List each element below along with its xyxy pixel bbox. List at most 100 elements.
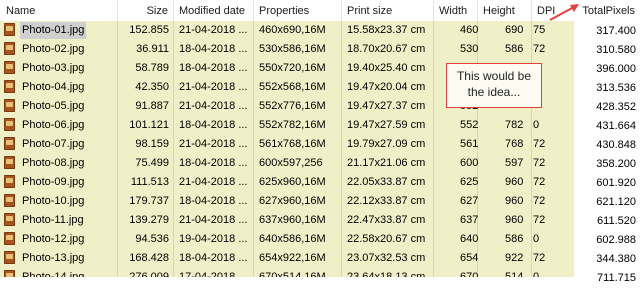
- cell-modified-date: 19-04-2018 ...: [179, 233, 248, 245]
- cell-width: 640: [460, 233, 478, 245]
- cell-width: 625: [460, 176, 478, 188]
- callout-line-2: the idea...: [467, 85, 521, 99]
- file-name: Photo-09.jpg: [22, 176, 85, 188]
- cell-properties: 460x690,16M: [259, 24, 326, 36]
- total-pixels-value: 602.988: [596, 234, 636, 246]
- total-pixels-value: 621.120: [596, 196, 636, 208]
- arrow-annotation-icon: [549, 4, 579, 21]
- cell-name[interactable]: Photo-03.jpg: [0, 59, 118, 78]
- column-header-height[interactable]: Height: [478, 0, 532, 21]
- cell-width: 654: [460, 252, 478, 264]
- file-name: Photo-13.jpg: [22, 252, 85, 264]
- column-header-size[interactable]: Size: [118, 0, 174, 21]
- cell-name[interactable]: Photo-06.jpg: [0, 116, 118, 135]
- cell-modified-date: 18-04-2018 ...: [179, 195, 248, 207]
- cell-dpi: 72: [533, 157, 546, 169]
- cell-name[interactable]: Photo-14.jpg: [0, 268, 118, 277]
- cell-size: 98.159: [135, 138, 169, 150]
- callout-line-1: This would be: [456, 69, 532, 83]
- column-header-width[interactable]: Width: [434, 0, 478, 21]
- column-header-name[interactable]: ⌃ Name: [0, 0, 118, 21]
- cell-print-size: 19.47x20.04 cm: [347, 81, 426, 93]
- cell-properties: 670x514,16M: [259, 271, 326, 277]
- file-name: Photo-08.jpg: [22, 157, 85, 169]
- column-header-properties[interactable]: Properties: [254, 0, 342, 21]
- cell-properties: 530x586,16M: [259, 43, 326, 55]
- cell-height: 960: [505, 195, 524, 207]
- table-row[interactable]: Photo-08.jpg 75.499 18-04-2018 ... 600x597,…: [0, 154, 574, 173]
- cell-dpi: 0: [533, 119, 540, 131]
- table-row[interactable]: Photo-09.jpg 111.513 21-04-2018 ... 625x960…: [0, 173, 574, 192]
- cell-properties: 600x597,256: [259, 157, 323, 169]
- table-row[interactable]: Photo-10.jpg 179.737 18-04-2018 ... 627x960…: [0, 192, 574, 211]
- cell-size: 152.855: [129, 24, 169, 36]
- cell-size: 91.887: [135, 100, 169, 112]
- total-pixels-value: 428.352: [596, 101, 636, 113]
- table-row[interactable]: Photo-13.jpg 168.428 18-04-2018 ... 654x922…: [0, 249, 574, 268]
- table-row[interactable]: Photo-07.jpg 98.159 21-04-2018 ... 561x768,…: [0, 135, 574, 154]
- total-pixels-value: 313.536: [596, 82, 636, 94]
- cell-print-size: 19.47x27.37 cm: [347, 100, 426, 112]
- cell-height: 514: [505, 271, 524, 277]
- column-header-width-label: Width: [439, 5, 468, 17]
- cell-print-size: 22.47x33.87 cm: [347, 214, 426, 226]
- cell-size: 168.428: [129, 252, 169, 264]
- jpg-file-icon: [4, 156, 15, 169]
- cell-name[interactable]: Photo-08.jpg: [0, 154, 118, 173]
- jpg-file-icon: [4, 232, 15, 245]
- file-list: Photo-01.jpg 152.855 21-04-2018 ... 460x690…: [0, 21, 574, 277]
- column-header-modified[interactable]: Modified date: [174, 0, 254, 21]
- cell-size: 139.279: [129, 214, 169, 226]
- table-row[interactable]: Photo-14.jpg 276.009 17-04-2018 ... 670x514…: [0, 268, 574, 277]
- total-pixels-value: 430.848: [596, 139, 636, 151]
- cell-properties: 561x768,16M: [259, 138, 326, 150]
- column-header-name-label: Name: [6, 5, 36, 17]
- total-pixels-header[interactable]: TotalPixels: [576, 0, 638, 21]
- jpg-file-icon: [4, 137, 15, 150]
- cell-modified-date: 18-04-2018 ...: [179, 62, 248, 74]
- cell-name[interactable]: Photo-10.jpg: [0, 192, 118, 211]
- cell-width: 670: [460, 271, 478, 277]
- cell-dpi: 75: [533, 24, 546, 36]
- cell-width: 552: [460, 119, 478, 131]
- cell-name[interactable]: Photo-05.jpg: [0, 97, 118, 116]
- jpg-file-icon: [4, 99, 15, 112]
- column-header-bar: ⌃ Name Size Modified date Properties Pri…: [0, 0, 574, 22]
- cell-name[interactable]: Photo-04.jpg: [0, 78, 118, 97]
- column-header-print-size[interactable]: Print size: [342, 0, 434, 21]
- total-pixels-value: 431.664: [596, 120, 636, 132]
- table-row[interactable]: Photo-02.jpg 36.911 18-04-2018 ... 530x586,…: [0, 40, 574, 59]
- cell-name[interactable]: Photo-12.jpg: [0, 230, 118, 249]
- file-name: Photo-07.jpg: [22, 138, 85, 150]
- cell-name[interactable]: Photo-02.jpg: [0, 40, 118, 59]
- cell-width: 530: [460, 43, 478, 55]
- jpg-file-icon: [4, 213, 15, 226]
- table-row[interactable]: Photo-11.jpg 139.279 21-04-2018 ... 637x960…: [0, 211, 574, 230]
- file-name: Photo-02.jpg: [22, 43, 85, 55]
- jpg-file-icon: [4, 42, 15, 55]
- cell-name[interactable]: Photo-13.jpg: [0, 249, 118, 268]
- cell-width: 627: [460, 195, 478, 207]
- cell-print-size: 22.05x33.87 cm: [347, 176, 426, 188]
- cell-dpi: 72: [533, 252, 546, 264]
- sort-ascending-icon: ⌃: [55, 0, 62, 2]
- file-name: Photo-12.jpg: [22, 233, 85, 245]
- cell-dpi: 72: [533, 195, 546, 207]
- cell-height: 586: [505, 43, 524, 55]
- cell-properties: 552x568,16M: [259, 81, 326, 93]
- cell-name[interactable]: Photo-01.jpg: [0, 21, 118, 40]
- jpg-file-icon: [4, 80, 15, 93]
- table-row[interactable]: Photo-12.jpg 94.536 19-04-2018 ... 640x586,…: [0, 230, 574, 249]
- column-header-size-label: Size: [146, 5, 168, 17]
- cell-name[interactable]: Photo-11.jpg: [0, 211, 118, 230]
- jpg-file-icon: [4, 251, 15, 264]
- cell-properties: 552x782,16M: [259, 119, 326, 131]
- cell-name[interactable]: Photo-07.jpg: [0, 135, 118, 154]
- cell-name[interactable]: Photo-09.jpg: [0, 173, 118, 192]
- cell-modified-date: 21-04-2018 ...: [179, 81, 248, 93]
- table-row[interactable]: Photo-06.jpg 101.121 18-04-2018 ... 552x782…: [0, 116, 574, 135]
- cell-print-size: 18.70x20.67 cm: [347, 43, 426, 55]
- cell-width: 561: [460, 138, 478, 150]
- table-row[interactable]: Photo-01.jpg 152.855 21-04-2018 ... 460x690…: [0, 21, 574, 40]
- cell-size: 94.536: [135, 233, 169, 245]
